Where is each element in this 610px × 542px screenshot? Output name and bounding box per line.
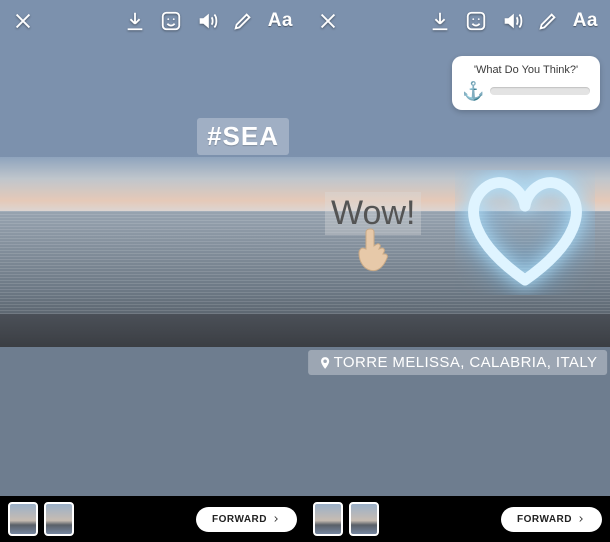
sound-icon[interactable] bbox=[501, 10, 523, 32]
slider-track[interactable] bbox=[490, 87, 590, 95]
poll-question: 'What Do You Think?' bbox=[462, 64, 590, 76]
chevron-right-icon bbox=[576, 514, 586, 524]
close-icon[interactable] bbox=[317, 10, 339, 32]
forward-label: FORWARD bbox=[517, 514, 572, 525]
close-icon[interactable] bbox=[12, 10, 34, 32]
top-toolbar: Aa bbox=[305, 10, 610, 32]
gallery-thumb[interactable] bbox=[44, 502, 74, 536]
location-sticker[interactable]: TORRE MELISSA, CALABRIA, ITALY bbox=[308, 350, 608, 375]
draw-icon[interactable] bbox=[537, 10, 559, 32]
download-icon[interactable] bbox=[124, 10, 146, 32]
draw-icon[interactable] bbox=[232, 10, 254, 32]
beach-band bbox=[305, 314, 610, 347]
text-tool[interactable]: Aa bbox=[268, 10, 293, 32]
top-toolbar: Aa bbox=[0, 10, 305, 32]
heart-drawing-icon bbox=[455, 170, 595, 295]
location-text: TORRE MELISSA, CALABRIA, ITALY bbox=[334, 354, 598, 371]
pointing-hand-icon bbox=[353, 225, 393, 275]
sticker-icon[interactable] bbox=[465, 10, 487, 32]
sticker-icon[interactable] bbox=[160, 10, 182, 32]
forward-button[interactable]: FORWARD bbox=[196, 507, 297, 532]
chevron-right-icon bbox=[271, 514, 281, 524]
poll-sticker[interactable]: 'What Do You Think?' ⚓ bbox=[452, 56, 600, 110]
emoji-slider[interactable]: ⚓ bbox=[462, 82, 590, 100]
gallery-thumb[interactable] bbox=[8, 502, 38, 536]
sound-icon[interactable] bbox=[196, 10, 218, 32]
story-editor-left: Aa #SEA FORWARD bbox=[0, 0, 305, 542]
beach-band bbox=[0, 314, 305, 347]
download-icon[interactable] bbox=[429, 10, 451, 32]
gallery-thumb[interactable] bbox=[349, 502, 379, 536]
story-editor-right: Aa 'What Do You Think?' ⚓ Wow! TORRE MEL… bbox=[305, 0, 610, 542]
gallery-thumb[interactable] bbox=[313, 502, 343, 536]
text-tool[interactable]: Aa bbox=[573, 10, 598, 32]
forward-button[interactable]: FORWARD bbox=[501, 507, 602, 532]
bottom-bar: FORWARD bbox=[0, 496, 305, 542]
hashtag-sticker[interactable]: #SEA bbox=[197, 118, 289, 155]
forward-label: FORWARD bbox=[212, 514, 267, 525]
anchor-icon: ⚓ bbox=[462, 82, 484, 100]
location-pin-icon bbox=[318, 356, 332, 370]
bottom-bar: FORWARD bbox=[305, 496, 610, 542]
